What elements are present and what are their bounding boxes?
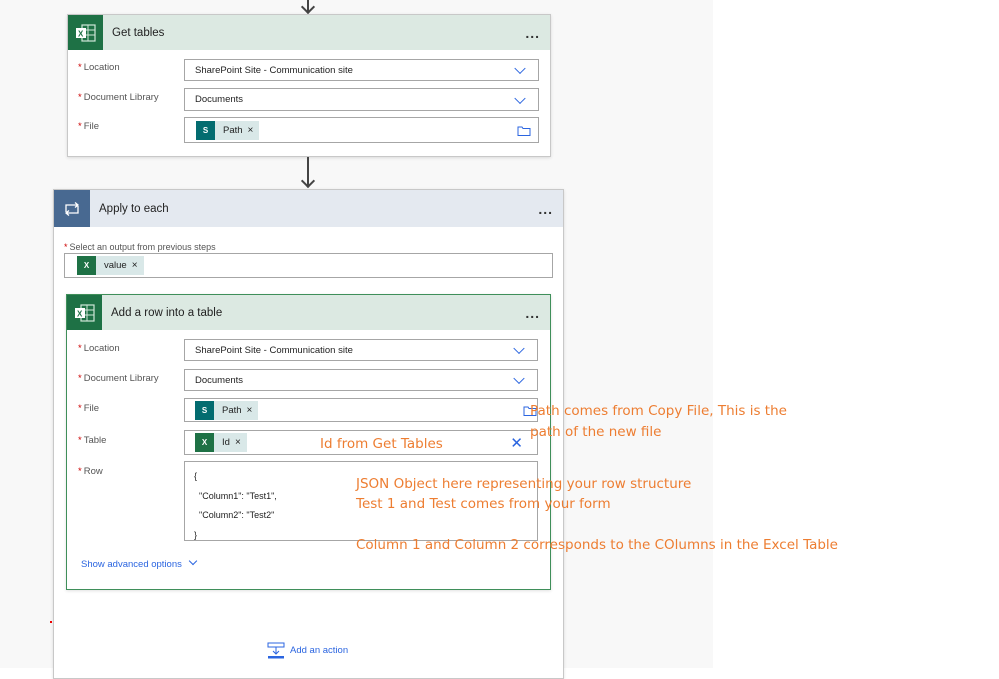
token-label: value xyxy=(104,260,127,271)
excel-icon: X xyxy=(67,295,102,330)
marker-dot xyxy=(50,621,52,623)
file-input[interactable]: S Path × xyxy=(184,117,539,143)
field-label-file: * File xyxy=(78,121,100,132)
sharepoint-icon: S xyxy=(195,400,214,420)
add-action-label: Add an action xyxy=(290,645,349,656)
clear-icon[interactable]: ✕ xyxy=(510,434,523,452)
apply-to-each-header[interactable]: Apply to each ... xyxy=(54,190,563,227)
field-label-file: * File xyxy=(78,403,100,414)
token-remove-button[interactable]: × xyxy=(247,405,259,416)
field-label-document-library: * Document Library xyxy=(78,92,159,103)
loop-icon xyxy=(54,190,90,227)
annotation-path-2: path of the new file xyxy=(530,424,662,440)
card-title: Apply to each xyxy=(99,202,169,215)
location-dropdown[interactable]: SharePoint Site - Communication site xyxy=(184,59,539,81)
annotation-id: Id from Get Tables xyxy=(320,436,443,452)
annotation-json-1: JSON Object here representing your row s… xyxy=(356,476,692,492)
add-row-header[interactable]: X Add a row into a table ... xyxy=(67,295,550,330)
field-label-location: * Location xyxy=(78,62,120,73)
location-dropdown[interactable]: SharePoint Site - Communication site xyxy=(184,339,538,361)
svg-text:X: X xyxy=(77,309,83,318)
card-title: Add a row into a table xyxy=(111,306,223,319)
chevron-down-icon xyxy=(514,62,526,75)
annotation-columns: Column 1 and Column 2 corresponds to the… xyxy=(356,537,838,553)
field-label-select-output: * Select an output from previous steps xyxy=(64,242,216,252)
path-token[interactable]: S Path × xyxy=(196,120,260,140)
more-options-button[interactable]: ... xyxy=(525,25,540,41)
chevron-down-icon xyxy=(513,342,525,355)
chevron-down-icon xyxy=(513,372,525,385)
show-advanced-options-link[interactable]: Show advanced options xyxy=(81,556,198,570)
sharepoint-icon: S xyxy=(196,120,215,140)
chevron-down-icon xyxy=(188,556,198,566)
excel-icon: X xyxy=(195,433,214,452)
field-label-row: * Row xyxy=(78,466,103,477)
token-label: Path xyxy=(223,124,243,136)
excel-icon: X xyxy=(77,256,96,275)
field-label-location: * Location xyxy=(78,343,120,354)
token-label: Path xyxy=(222,404,242,416)
more-options-button[interactable]: ... xyxy=(525,305,540,321)
get-tables-header[interactable]: X Get tables ... xyxy=(68,15,550,50)
svg-text:X: X xyxy=(78,29,84,38)
annotation-path-1: Path comes from Copy File, This is the xyxy=(530,403,787,419)
path-token[interactable]: S Path × xyxy=(195,400,259,420)
id-token[interactable]: X Id × xyxy=(195,433,247,452)
chevron-down-icon xyxy=(514,92,526,104)
token-remove-button[interactable]: × xyxy=(248,125,260,136)
file-input[interactable]: S Path × xyxy=(184,398,538,422)
field-label-table: * Table xyxy=(78,435,107,446)
add-action-icon xyxy=(267,642,285,659)
apply-to-each-card: Apply to each ... * Select an output from… xyxy=(53,189,564,679)
folder-icon[interactable] xyxy=(517,125,531,136)
get-tables-card: X Get tables ... * Location SharePoint Si… xyxy=(67,14,551,157)
field-label-document-library: * Document Library xyxy=(78,373,159,384)
token-remove-button[interactable]: × xyxy=(132,260,144,271)
annotation-json-2: Test 1 and Test comes from your form xyxy=(356,496,611,512)
token-label: Id xyxy=(222,437,230,448)
value-token[interactable]: X value × xyxy=(77,256,144,275)
card-title: Get tables xyxy=(112,26,165,39)
document-library-dropdown[interactable]: Documents xyxy=(184,369,538,391)
excel-icon: X xyxy=(68,15,103,50)
select-output-input[interactable]: X value × xyxy=(64,253,553,278)
document-library-dropdown[interactable]: Documents xyxy=(184,88,539,111)
token-remove-button[interactable]: × xyxy=(235,437,247,448)
add-an-action-button[interactable]: Add an action xyxy=(267,642,348,659)
more-options-button[interactable]: ... xyxy=(538,201,553,217)
